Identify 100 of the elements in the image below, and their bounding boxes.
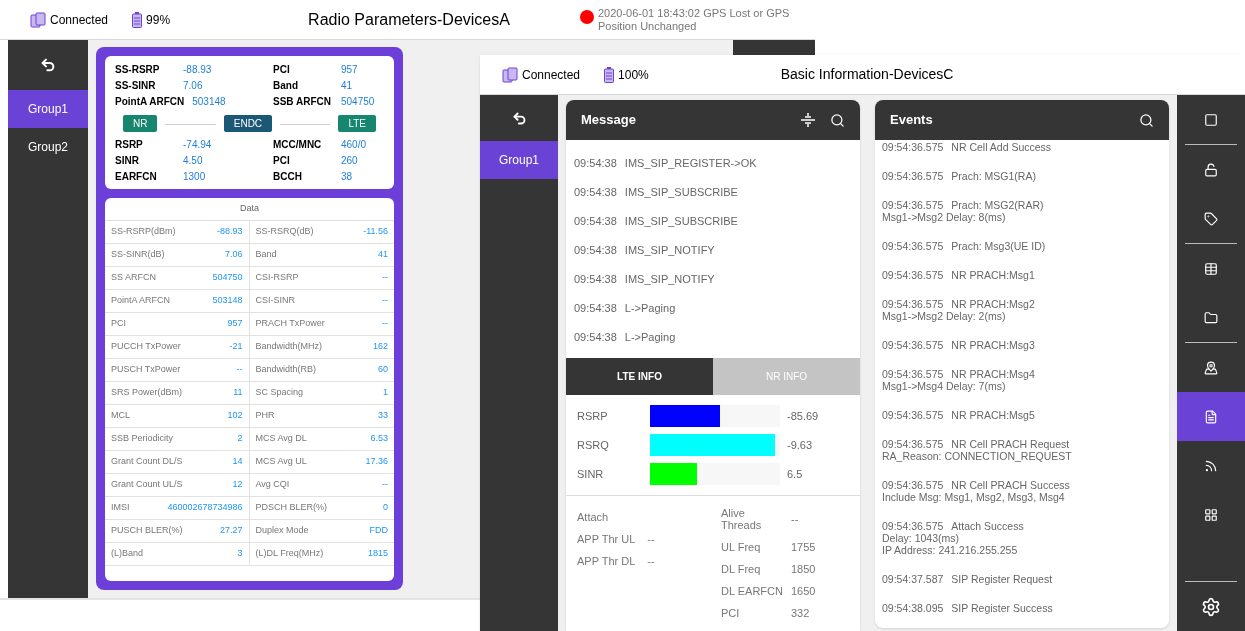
- param-value: 41: [341, 79, 353, 93]
- param-label: PCI: [273, 63, 291, 77]
- table-cell: 162: [372, 340, 388, 354]
- rss-icon: [1204, 458, 1218, 473]
- message-text: IMS_SIP_NOTIFY: [624, 244, 715, 256]
- event-title: NR PRACH:Msg3: [951, 339, 1035, 351]
- event-detail: Delay: 1043(ms): [882, 532, 961, 544]
- search-icon[interactable]: [830, 112, 845, 128]
- message-text: IMS_SIP_NOTIFY: [624, 273, 715, 285]
- table-cell: Avg CQI: [255, 478, 290, 492]
- table-cell: PRACH TxPower: [255, 317, 325, 331]
- param-value: 460/0: [341, 138, 367, 152]
- table-cell: 33: [378, 409, 388, 423]
- table-cell: 27.27: [219, 524, 243, 538]
- event-time: 09:54:36.575: [882, 298, 944, 310]
- device-icon: [502, 66, 518, 83]
- table-cell: 957: [227, 317, 243, 331]
- table-cell: SS-RSRP(dBm): [111, 225, 176, 239]
- table-cell: Grant Count UL/S: [111, 478, 183, 492]
- message-text: L->Paging: [624, 302, 676, 314]
- event-detail: Msg1->Msg2 Delay: 2(ms): [882, 310, 1007, 322]
- search-icon[interactable]: [1139, 112, 1154, 128]
- info-value: --: [791, 513, 799, 525]
- signal-reading: -85.69: [787, 408, 819, 424]
- grid-icon: [1204, 507, 1218, 522]
- back-icon[interactable]: [511, 110, 527, 126]
- table-cell: PUSCH BLER(%): [111, 524, 183, 538]
- table-cell: 17.36: [365, 455, 388, 469]
- table-cell: -11.56: [363, 225, 388, 239]
- message-text: IMS_SIP_SUBSCRIBE: [624, 186, 738, 198]
- panel-title: Message: [581, 111, 636, 130]
- table-cell: -21: [229, 340, 243, 354]
- table-icon: [1204, 261, 1218, 276]
- param-value: 1300: [183, 170, 206, 184]
- message-time: 09:54:38: [574, 186, 617, 198]
- table-cell: 14: [232, 455, 243, 469]
- battery-icon: [132, 11, 143, 28]
- table-cell: 3: [237, 547, 243, 561]
- collapse-icon[interactable]: [800, 112, 816, 128]
- info-value: --: [647, 555, 655, 567]
- event-title: Prach: Msg3(UE ID): [951, 240, 1046, 252]
- event-time: 09:54:36.575: [882, 269, 944, 281]
- table-cell: 504750: [212, 271, 243, 285]
- param-label: SINR: [115, 154, 140, 168]
- event-time: 09:54:36.575: [882, 141, 944, 153]
- event-time: 09:54:36.575: [882, 438, 944, 450]
- message-time: 09:54:38: [574, 157, 617, 169]
- event-time: 09:54:36.575: [882, 520, 944, 532]
- table-cell: MCS Avg DL: [255, 432, 307, 446]
- param-label: PCI: [273, 154, 291, 168]
- map-pin-icon: [1204, 360, 1218, 375]
- battery-level: 100%: [618, 66, 649, 84]
- group-tab[interactable]: Group2: [8, 128, 88, 166]
- event-time: 09:54:38.095: [882, 602, 944, 614]
- message-time: 09:54:38: [574, 331, 617, 343]
- table-cell: PHR: [255, 409, 275, 423]
- table-cell: 0: [383, 501, 388, 515]
- group-tab[interactable]: Group1: [8, 90, 88, 128]
- network-badge: ENDC: [223, 115, 273, 132]
- back-icon[interactable]: [40, 57, 56, 73]
- info-label: APP Thr DL: [577, 555, 636, 567]
- event-title: Prach: MSG1(RA): [951, 170, 1036, 182]
- table-cell: 503148: [212, 294, 243, 308]
- info-value: 1850: [791, 563, 816, 575]
- table-cell: 41: [378, 248, 388, 262]
- param-value: -74.94: [183, 138, 212, 152]
- info-label: UL Freq: [721, 541, 762, 553]
- info-tab[interactable]: LTE INFO: [566, 358, 713, 395]
- param-label: SSB ARFCN: [273, 95, 332, 109]
- event-detail: IP Address: 241.216.255.255: [882, 544, 1019, 556]
- table-cell: IMSI: [111, 501, 130, 515]
- param-value: 4.50: [183, 154, 203, 168]
- event-time: 09:54:36.575: [882, 409, 944, 421]
- unlock-icon: [1204, 162, 1218, 177]
- event-title: NR PRACH:Msg2: [951, 298, 1035, 310]
- info-value: 332: [791, 607, 810, 619]
- event-time: 09:54:36.575: [882, 339, 944, 351]
- group-tab[interactable]: Group1: [480, 141, 558, 179]
- info-value: --: [647, 533, 655, 545]
- event-time: 09:54:36.575: [882, 368, 944, 380]
- table-cell: PointA ARFCN: [111, 294, 171, 308]
- table-cell: Band: [255, 248, 277, 262]
- table-cell: 12: [232, 478, 243, 492]
- table-cell: MCL: [111, 409, 130, 423]
- table-cell: 1: [383, 386, 388, 400]
- message-text: IMS_SIP_REGISTER->OK: [624, 157, 757, 169]
- message-text: L->Paging: [624, 331, 676, 343]
- event-time: 09:54:36.575: [882, 479, 944, 491]
- table-cell: --: [382, 271, 388, 285]
- table-cell: SSB Periodicity: [111, 432, 174, 446]
- stop-icon: [1204, 112, 1218, 127]
- message-text: IMS_SIP_SUBSCRIBE: [624, 215, 738, 227]
- event-detail: Msg1->Msg2 Delay: 8(ms): [882, 211, 1007, 223]
- table-cell: PUSCH TxPower: [111, 363, 181, 377]
- table-cell: SS-SINR(dB): [111, 248, 165, 262]
- table-cell: --: [382, 478, 388, 492]
- table-cell: -88.93: [216, 225, 243, 239]
- param-value: 504750: [341, 95, 375, 109]
- param-label: Band: [273, 79, 299, 93]
- event-title: SIP Register Success: [951, 602, 1053, 614]
